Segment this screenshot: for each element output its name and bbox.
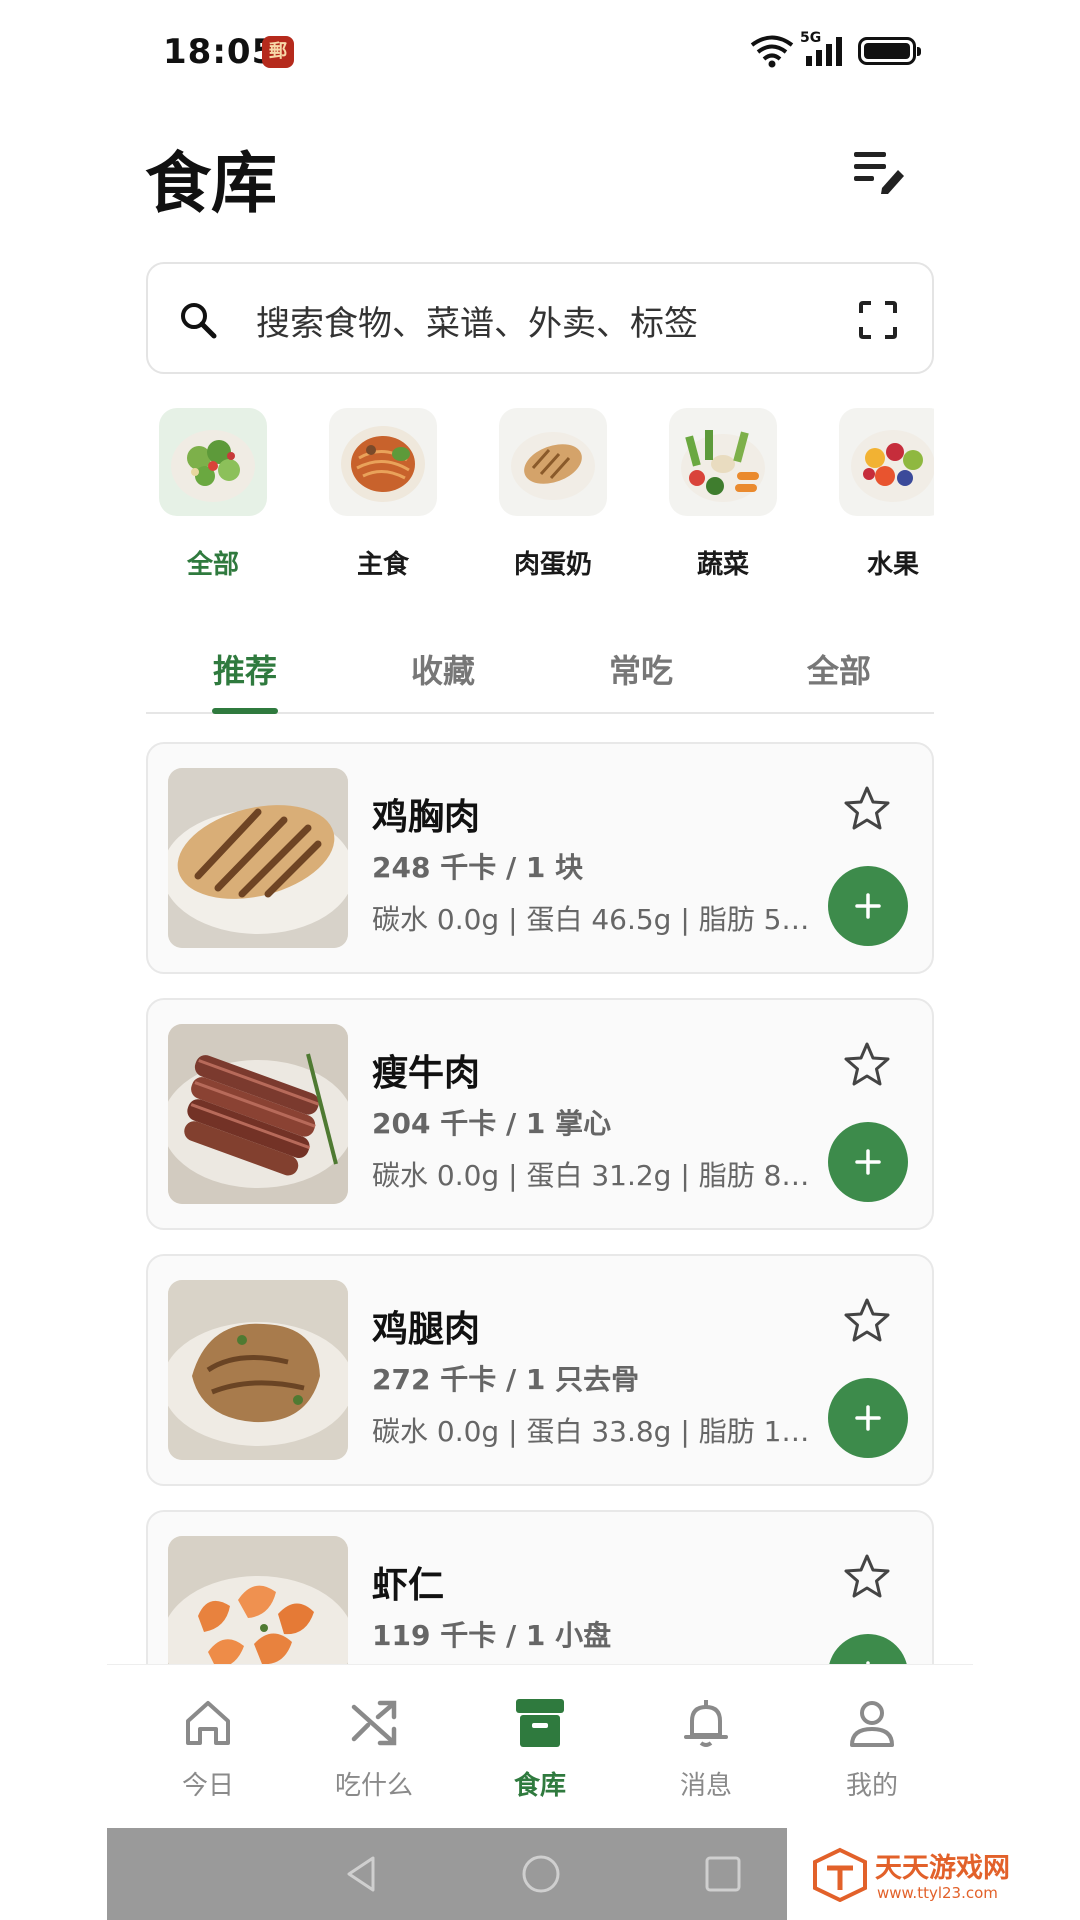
- star-icon[interactable]: [842, 1552, 892, 1602]
- status-time: 18:05: [163, 32, 277, 72]
- nav-what-to-eat[interactable]: 吃什么: [314, 1695, 434, 1802]
- food-calories: 119 千卡 / 1 小盘: [372, 1619, 612, 1652]
- tab-all[interactable]: 全部: [779, 646, 899, 692]
- food-calories: 248 千卡 / 1 块: [372, 851, 584, 884]
- category-staple[interactable]: 主食: [328, 408, 438, 578]
- food-card[interactable]: 虾仁 119 千卡 / 1 小盘: [146, 1510, 934, 1664]
- category-all[interactable]: 全部: [158, 408, 268, 578]
- noodle-bowl-icon: [329, 408, 437, 516]
- user-icon: [850, 1701, 894, 1747]
- tab-bar: 推荐 收藏 常吃 全部: [146, 630, 934, 714]
- watermark-title: 天天游戏网: [875, 1853, 1010, 1884]
- food-name: 瘦牛肉: [372, 1053, 481, 1094]
- nav-label: 消息: [679, 1771, 732, 1801]
- nav-messages[interactable]: 消息: [646, 1695, 766, 1802]
- category-label: 全部: [186, 550, 239, 578]
- search-placeholder: 搜索食物、菜谱、外卖、标签: [256, 304, 698, 344]
- archive-box-icon: [516, 1699, 564, 1747]
- home-circle-icon[interactable]: [519, 1852, 563, 1896]
- add-food-button[interactable]: [828, 1378, 908, 1458]
- vegetable-platter-icon: [669, 408, 777, 516]
- nav-profile[interactable]: 我的: [812, 1695, 932, 1802]
- fruit-bowl-icon: [839, 408, 934, 516]
- category-fruit[interactable]: 水果: [838, 408, 934, 578]
- star-icon[interactable]: [842, 1040, 892, 1090]
- plus-icon: [855, 1405, 881, 1431]
- add-food-button[interactable]: [828, 866, 908, 946]
- search-bar[interactable]: 搜索食物、菜谱、外卖、标签: [146, 262, 934, 374]
- page-title: 食库: [145, 145, 277, 222]
- food-image: [168, 1280, 348, 1460]
- category-label: 肉蛋奶: [513, 550, 592, 578]
- tab-favorites[interactable]: 收藏: [383, 646, 503, 692]
- nav-label: 食库: [513, 1771, 566, 1801]
- food-macros: 碳水 0.0g | 蛋白 33.8g | 脂肪 14…: [372, 1415, 812, 1448]
- scan-icon[interactable]: [858, 300, 898, 340]
- battery-icon: [858, 37, 921, 65]
- food-image: [168, 768, 348, 948]
- home-icon: [186, 1701, 230, 1745]
- watermark: 天天游戏网 www.ttyl23.com: [787, 1828, 1010, 1920]
- food-macros: 碳水 0.0g | 蛋白 46.5g | 脂肪 5.4g: [372, 903, 812, 936]
- bottom-navigation: 今日 吃什么 食库 消息 我的: [107, 1664, 973, 1828]
- search-icon: [181, 303, 217, 339]
- salad-bowl-icon: [159, 408, 267, 516]
- food-list: 鸡胸肉 248 千卡 / 1 块 碳水 0.0g | 蛋白 46.5g | 脂肪…: [146, 742, 936, 1664]
- star-icon[interactable]: [842, 784, 892, 834]
- category-label: 蔬菜: [696, 550, 749, 578]
- food-card[interactable]: 鸡胸肉 248 千卡 / 1 块 碳水 0.0g | 蛋白 46.5g | 脂肪…: [146, 742, 934, 974]
- tab-recommended[interactable]: 推荐: [185, 646, 305, 692]
- bell-icon: [684, 1700, 728, 1747]
- tab-frequent[interactable]: 常吃: [581, 646, 701, 692]
- watermark-url: www.ttyl23.com: [877, 1884, 998, 1902]
- nav-label: 我的: [845, 1771, 898, 1801]
- food-image: [168, 1536, 348, 1664]
- back-icon[interactable]: [339, 1852, 383, 1896]
- food-card[interactable]: 瘦牛肉 204 千卡 / 1 掌心 碳水 0.0g | 蛋白 31.2g | 脂…: [146, 998, 934, 1230]
- category-meat-egg-dairy[interactable]: 肉蛋奶: [498, 408, 608, 578]
- food-name: 鸡腿肉: [372, 1309, 481, 1350]
- wifi-icon: [750, 35, 794, 68]
- plus-icon: [855, 893, 881, 919]
- nav-label: 吃什么: [334, 1771, 413, 1801]
- category-row: 全部 主食 肉蛋奶 蔬菜 水果: [158, 408, 934, 578]
- food-name: 鸡胸肉: [372, 797, 481, 838]
- food-image: [168, 1024, 348, 1204]
- app-notification-icon: 郵: [262, 36, 294, 68]
- system-navigation-bar: [107, 1828, 787, 1920]
- category-label: 水果: [866, 550, 919, 578]
- nav-label: 今日: [181, 1771, 234, 1801]
- shuffle-icon: [351, 1700, 397, 1746]
- food-name: 虾仁: [372, 1565, 445, 1606]
- food-calories: 204 千卡 / 1 掌心: [372, 1107, 612, 1140]
- edit-list-icon[interactable]: [852, 148, 906, 194]
- recents-icon[interactable]: [701, 1852, 745, 1896]
- star-icon[interactable]: [842, 1296, 892, 1346]
- food-card[interactable]: 鸡腿肉 272 千卡 / 1 只去骨 碳水 0.0g | 蛋白 33.8g | …: [146, 1254, 934, 1486]
- category-label: 主食: [356, 550, 409, 578]
- add-food-button[interactable]: [828, 1634, 908, 1664]
- nav-food-library[interactable]: 食库: [480, 1695, 600, 1802]
- nav-today[interactable]: 今日: [148, 1695, 268, 1802]
- status-bar: 18:05 郵 5G: [0, 0, 1080, 104]
- food-macros: 碳水 0.0g | 蛋白 31.2g | 脂肪 8.4g: [372, 1159, 812, 1192]
- category-vegetables[interactable]: 蔬菜: [668, 408, 778, 578]
- watermark-logo-icon: [813, 1847, 867, 1902]
- plus-icon: [855, 1149, 881, 1175]
- food-calories: 272 千卡 / 1 只去骨: [372, 1363, 640, 1396]
- add-food-button[interactable]: [828, 1122, 908, 1202]
- chicken-plate-icon: [499, 408, 607, 516]
- signal-icon: [806, 37, 842, 66]
- active-tab-indicator: [212, 708, 278, 714]
